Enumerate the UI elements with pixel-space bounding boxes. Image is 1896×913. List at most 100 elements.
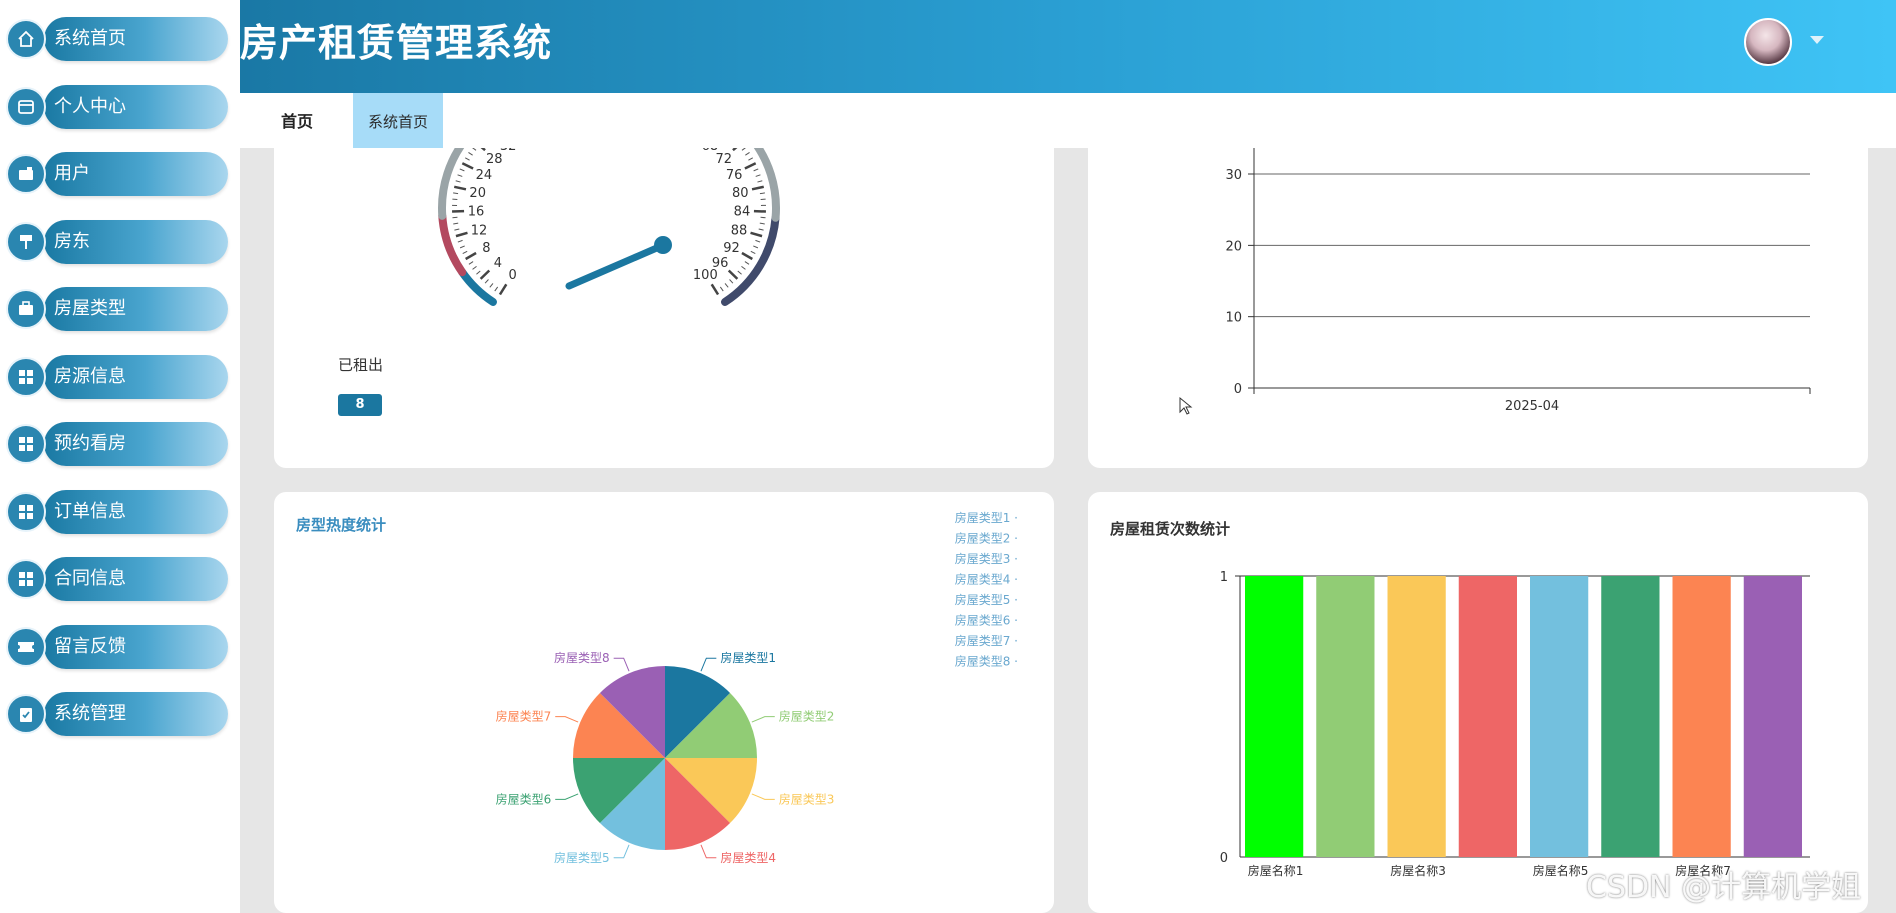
pie-slice-label: 房屋类型1 [720,650,776,665]
gauge-minor-tick [753,168,759,172]
gauge-minor-tick [455,180,461,183]
line-chart-ytick-label: 10 [1225,311,1242,326]
line-chart-card: 0 10 20 30 2025-04 [1088,148,1868,468]
gauge-minor-tick [741,265,746,270]
sidebar-item[interactable]: 系统管理 [6,692,228,736]
gauge-minor-tick [494,286,499,292]
gauge-label: 已租出 [338,356,384,374]
sidebar-item-label: 系统首页 [54,28,126,49]
gauge-minor-tick [755,174,761,177]
gauge-minor-tick [758,228,764,231]
pie-legend-item: 房屋类型6 · [955,613,1018,628]
gauge-tick-label: 80 [732,186,749,201]
gauge-minor-tick [454,228,460,231]
gauge-major-tick [461,162,474,170]
gauge-major-tick [465,251,477,261]
gauge-tick-label: 24 [476,168,493,183]
user-avatar[interactable] [1744,18,1792,66]
gauge-card: 0481216202428323640100969288848076726864… [274,148,1054,468]
sidebar-item[interactable]: 预约看房 [6,422,228,466]
gauge-minor-tick [759,192,765,195]
pie-leader-line [700,844,717,859]
pie-leader-line [751,716,775,723]
sidebar-item[interactable]: 订单信息 [6,489,228,534]
gauge-minor-tick [453,222,459,225]
pie-chart-card: 房型热度统计 房屋类型1 房屋类型2 房屋类型3 房屋类型4 房屋类型5 房屋类型6 房屋类… [274,492,1054,913]
gauge-major-tick [453,185,467,191]
gauge-tick-label: 12 [471,223,488,238]
sidebar-item-label: 合同信息 [54,568,126,589]
pie-leader-line [700,657,717,672]
tab-bar: 首页 系统首页 [240,93,1896,148]
sidebar-item[interactable]: 个人中心 [6,84,228,129]
gauge-minor-tick [724,283,729,288]
sidebar-item[interactable]: 系统首页 [6,17,228,61]
pie-legend-item: 房屋类型1 · [955,510,1018,525]
gauge-tick-label: 76 [726,168,743,183]
sidebar-item[interactable]: 用户 [6,152,228,196]
bar [1387,576,1446,857]
sidebar-item[interactable]: 合同信息 [6,557,228,601]
sidebar-item-label: 房东 [54,230,90,252]
gauge-value-badge: 8 [338,394,382,416]
sidebar: 系统首页个人中心用户房东房屋类型房源信息预约看房订单信息合同信息留言反馈系统管理 [0,0,240,913]
bar-chart-xtick-label: 房屋名称3 [1390,863,1446,878]
pie-legend-item: 房屋类型2 · [955,531,1018,546]
wallet-icon [6,154,46,194]
grid-icon [6,491,46,532]
tab-home[interactable]: 首页 [256,93,338,148]
gauge-major-tick [479,269,491,280]
sidebar-item-label: 个人中心 [54,95,126,117]
bar [1672,576,1731,857]
bar-chart-ytick-label: 1 [1220,570,1228,585]
grid-icon [6,559,46,599]
card-icon [6,86,46,127]
gauge-needle-hub [654,236,672,254]
gauge-minor-tick [741,148,746,151]
pie-legend-item: 房屋类型4 · [955,572,1018,587]
gauge-minor-tick [476,270,481,275]
sidebar-item-label: 房源信息 [54,365,126,387]
gauge-major-tick [727,269,739,280]
gauge-minor-tick [459,245,465,249]
pie-slice-label: 房屋类型8 [554,650,610,665]
gauge-minor-tick [484,279,489,284]
sidebar-item[interactable]: 房东 [6,219,228,264]
line-chart-ytick-label: 20 [1225,239,1242,254]
pie-slice-label: 房屋类型5 [554,850,610,865]
sidebar-item[interactable]: 留言反馈 [6,624,228,669]
gauge-minor-tick [753,245,759,249]
gauge-major-tick [751,185,765,191]
pie-legend-item: 房屋类型3 · [955,551,1018,566]
sidebar-item[interactable]: 房源信息 [6,354,228,399]
pie-slice-label: 房屋类型4 [720,850,776,865]
mouse-cursor-icon [1179,396,1193,415]
home-icon [6,19,46,59]
tab-system-home[interactable]: 系统首页 [353,93,443,148]
gauge-minor-tick [489,283,494,288]
gauge-needle [565,240,670,290]
line-chart-ytick-label: 0 [1234,382,1242,397]
gauge-tick-label: 92 [723,241,740,256]
sidebar-item[interactable]: 房屋类型 [6,287,228,331]
bar-chart-xtick-label: 房屋名称5 [1533,863,1589,878]
gauge-minor-tick [457,239,463,243]
pie-leader-line [613,657,630,672]
gauge-major-tick [741,251,753,261]
gauge-tick-label: 8 [482,241,490,256]
gauge-tick-label: 84 [734,205,751,220]
gauge-tick-label: 72 [715,152,732,167]
bar-chart-xtick-label: 房屋名称1 [1248,863,1304,878]
sidebar-item-label: 房屋类型 [54,298,126,319]
bar [1743,576,1802,857]
gauge-major-tick [710,283,720,296]
bar [1458,576,1517,857]
gauge-major-tick [744,162,757,170]
gauge-minor-tick [453,192,459,195]
gauge-tick-label: 68 [702,148,719,154]
chevron-down-icon[interactable] [1810,36,1824,44]
watermark: CSDN @计算机学姐 [1586,870,1862,905]
pie-leader-line [751,793,775,800]
gauge-minor-tick [755,239,761,243]
pie-slice-label: 房屋类型3 [779,791,835,806]
